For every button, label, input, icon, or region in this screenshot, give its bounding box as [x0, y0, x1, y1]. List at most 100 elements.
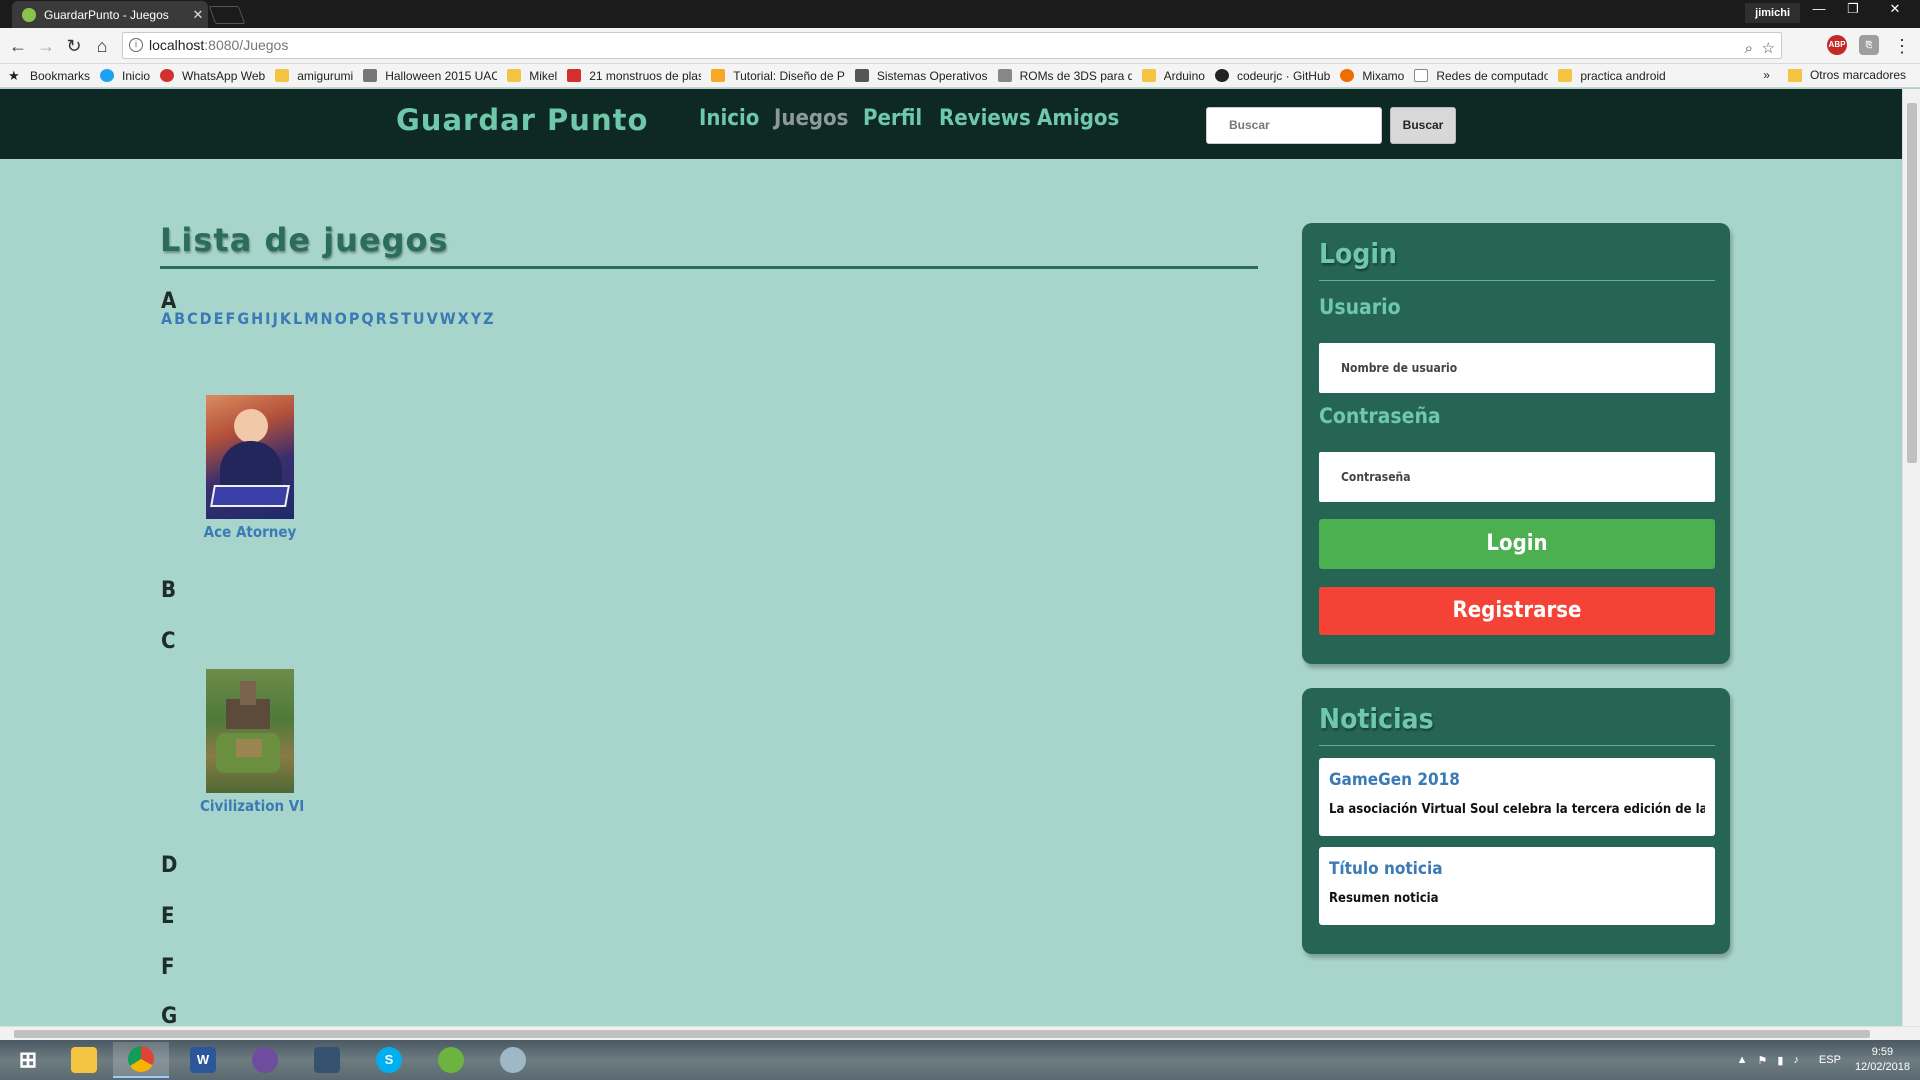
game-item[interactable]: Civilization VI [200, 669, 304, 815]
bookmark-item[interactable]: ROMs de 3DS para d [997, 69, 1132, 83]
profile-badge[interactable]: jimichi [1745, 3, 1800, 23]
bookmark-item[interactable]: Tutorial: Diseño de P [711, 69, 845, 83]
taskbar-word[interactable]: W [175, 1042, 231, 1078]
bookmark-item[interactable]: WhatsApp Web [160, 69, 265, 83]
new-tab-button[interactable] [208, 6, 246, 24]
taskbar-github[interactable] [237, 1042, 293, 1078]
close-tab-icon[interactable]: ✕ [188, 7, 208, 23]
letter-link[interactable]: X [458, 309, 469, 328]
language-indicator[interactable]: ESP [1819, 1054, 1841, 1066]
letter-link[interactable]: Q [361, 309, 373, 328]
nav-reviews[interactable]: Reviews [939, 106, 1031, 131]
forward-arrow-icon[interactable]: → [34, 34, 58, 58]
show-hidden-icons[interactable]: ▲ [1737, 1054, 1748, 1066]
horizontal-scrollbar[interactable] [0, 1026, 1920, 1040]
letter-link[interactable]: V [427, 309, 438, 328]
nav-juegos[interactable]: Juegos [774, 106, 848, 131]
bookmark-item[interactable]: amigurumi [275, 69, 353, 83]
letter-link[interactable]: J [273, 309, 278, 328]
password-field[interactable]: Contraseña [1319, 452, 1715, 502]
letter-link[interactable]: G [237, 309, 249, 328]
network-icon[interactable]: ▮ [1777, 1054, 1783, 1067]
address-bar[interactable]: i localhost:8080/Juegos ⌕ ☆ [122, 32, 1782, 59]
letter-link[interactable]: U [413, 309, 425, 328]
minimize-icon[interactable]: — [1802, 0, 1836, 20]
letter-link[interactable]: Y [471, 309, 481, 328]
bookmark-item[interactable]: Arduino [1141, 69, 1205, 83]
volume-icon[interactable]: ♪ [1793, 1054, 1799, 1066]
letter-link[interactable]: E [214, 309, 224, 328]
letter-link[interactable]: H [251, 309, 263, 328]
vertical-scrollbar[interactable] [1902, 89, 1920, 1026]
letter-link[interactable]: L [293, 309, 302, 328]
home-icon[interactable]: ⌂ [90, 34, 114, 58]
bookmark-star-icon[interactable]: ☆ [1762, 36, 1775, 61]
game-item[interactable]: Ace Atorney [200, 395, 300, 541]
username-field[interactable]: Nombre de usuario [1319, 343, 1715, 393]
nav-amigos[interactable]: Amigos [1037, 106, 1119, 131]
back-arrow-icon[interactable]: ← [6, 34, 30, 58]
vertical-scroll-thumb[interactable] [1907, 103, 1917, 463]
taskbar-skype[interactable]: S [361, 1042, 417, 1078]
windows-start-button[interactable]: ⊞ [0, 1042, 56, 1078]
taskbar-mysql[interactable] [299, 1042, 355, 1078]
taskbar-chrome[interactable] [113, 1042, 169, 1078]
browser-tab[interactable]: GuardarPunto - Juegos ✕ [12, 1, 208, 28]
nav-inicio[interactable]: Inicio [699, 106, 759, 131]
bookmark-item[interactable]: codeurjc · GitHub [1214, 69, 1330, 83]
register-button[interactable]: Registrarse [1319, 587, 1715, 635]
letter-link[interactable]: M [304, 309, 318, 328]
restore-icon[interactable]: ❐ [1836, 0, 1870, 20]
bookmark-item[interactable]: Mikel [507, 69, 557, 83]
letter-link[interactable]: T [401, 309, 411, 328]
bookmark-item[interactable]: Halloween 2015 UAC [363, 69, 497, 83]
bookmark-item[interactable]: practica android [1558, 69, 1666, 83]
news-card[interactable]: GameGen 2018 La asociación Virtual Soul … [1319, 758, 1715, 836]
reload-icon[interactable]: ↻ [62, 34, 86, 58]
bookmark-item[interactable]: Sistemas Operativos [854, 69, 988, 83]
menu-dots-icon[interactable]: ⋮ [1890, 34, 1914, 58]
adblock-icon[interactable]: ABP [1827, 35, 1847, 55]
letter-link[interactable]: I [265, 309, 270, 328]
game-cover-image[interactable] [206, 669, 294, 793]
news-title-link[interactable]: Título noticia [1329, 859, 1705, 879]
search-input[interactable]: Buscar [1206, 107, 1382, 144]
game-cover-image[interactable] [206, 395, 294, 519]
letter-link[interactable]: F [225, 309, 235, 328]
letter-link[interactable]: D [200, 309, 212, 328]
other-bookmarks[interactable]: Otros marcadores [1810, 68, 1906, 82]
taskbar-spring[interactable] [423, 1042, 479, 1078]
letter-link[interactable]: S [389, 309, 399, 328]
news-title-link[interactable]: GameGen 2018 [1329, 770, 1705, 790]
letter-link[interactable]: P [349, 309, 360, 328]
letter-link[interactable]: R [376, 309, 387, 328]
horizontal-scroll-thumb[interactable] [14, 1030, 1870, 1038]
taskbar-paint[interactable] [485, 1042, 541, 1078]
taskbar-file-explorer[interactable] [56, 1042, 112, 1078]
letter-link[interactable]: N [321, 309, 333, 328]
letter-link[interactable]: O [335, 309, 347, 328]
letter-link[interactable]: W [440, 309, 456, 328]
close-window-icon[interactable]: ✕ [1878, 0, 1912, 20]
bookmark-item[interactable]: 21 monstruos de plas [567, 69, 701, 83]
search-button[interactable]: Buscar [1390, 107, 1456, 144]
letter-link[interactable]: C [187, 309, 198, 328]
letter-link[interactable]: K [280, 309, 291, 328]
pdf-extension-icon[interactable]: ⎘ [1859, 35, 1879, 55]
bookmarks-more-button[interactable]: » [1763, 68, 1770, 82]
zoom-icon[interactable]: ⌕ [1745, 36, 1753, 61]
site-logo[interactable]: Guardar Punto [396, 103, 648, 137]
clock[interactable]: 9:59 12/02/2018 [1855, 1045, 1910, 1075]
letter-link[interactable]: Z [483, 309, 493, 328]
game-title-link[interactable]: Ace Atorney [200, 523, 300, 541]
info-icon[interactable]: i [129, 38, 143, 52]
bookmark-item[interactable]: ★ Bookmarks [8, 69, 90, 83]
nav-perfil[interactable]: Perfil [863, 106, 922, 131]
flag-icon[interactable]: ⚑ [1757, 1054, 1767, 1067]
bookmark-item[interactable]: Mixamo [1340, 69, 1404, 83]
game-title-link[interactable]: Civilization VI [200, 797, 304, 815]
news-card[interactable]: Título noticia Resumen noticia [1319, 847, 1715, 925]
bookmark-item[interactable]: Inicio [100, 69, 150, 83]
login-button[interactable]: Login [1319, 519, 1715, 569]
bookmark-item[interactable]: Redes de computado [1414, 69, 1548, 83]
